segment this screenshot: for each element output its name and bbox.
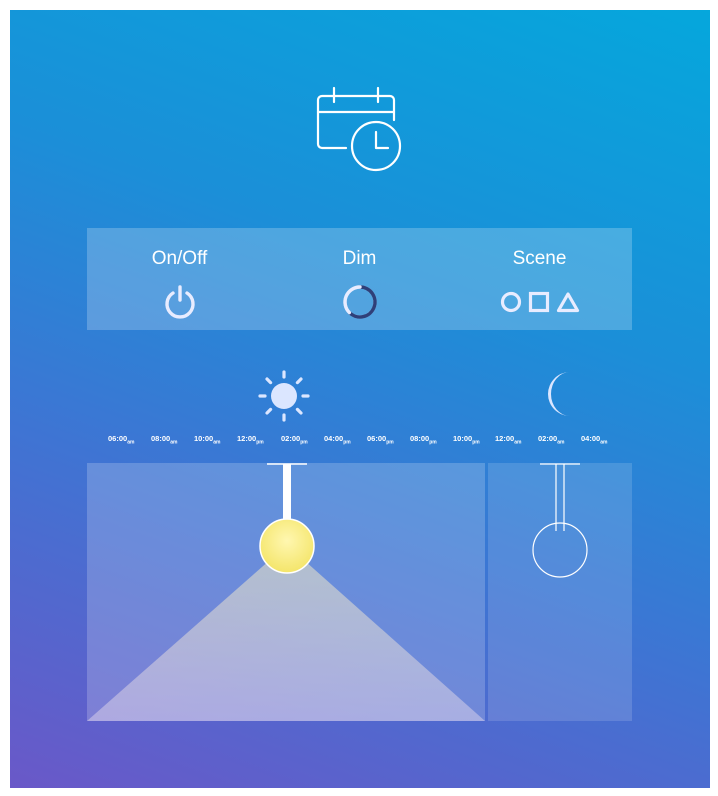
night-lamp-scene [532,463,588,578]
mode-dim[interactable]: Dim [269,228,450,330]
mode-label: Dim [342,248,377,269]
mode-label: Scene [512,248,567,269]
scene-shapes-icon [449,284,630,320]
mode-selector: On/Off Dim Scene [87,228,632,330]
dim-icon [342,285,377,319]
day-schedule-panel [87,463,485,721]
time-tick: 10:00pm [453,434,480,446]
night-schedule-panel [488,463,632,721]
time-tick: 06:00am [108,434,135,446]
mode-label: On/Off [151,248,208,269]
time-tick: 12:00pm [237,434,264,446]
moon-icon [548,372,570,416]
scheduler-screen: On/Off Dim Scene 06:00am 08:00am 10:00am… [10,10,710,788]
calendar-clock-icon[interactable] [312,82,408,178]
night-lamp-handle[interactable] [532,522,588,578]
square-shape-icon [528,291,549,313]
mode-scene[interactable]: Scene [449,228,630,330]
time-tick: 10:00am [194,434,221,446]
time-tick: 02:00am [538,434,565,446]
timeline-ticks: 06:00am 08:00am 10:00am 12:00pm 02:00pm … [10,434,710,448]
power-icon [164,285,195,319]
time-tick: 08:00pm [410,434,437,446]
mode-on-off[interactable]: On/Off [89,228,270,330]
sun-icon [258,370,310,422]
circle-shape-icon [500,291,521,313]
time-tick: 12:00am [495,434,522,446]
time-tick: 04:00am [581,434,608,446]
time-tick: 08:00am [151,434,178,446]
time-tick: 04:00pm [324,434,351,446]
triangle-shape-icon [556,292,579,313]
time-tick: 06:00pm [367,434,394,446]
day-lamp-scene [87,463,485,721]
time-tick: 02:00pm [281,434,308,446]
day-lamp-handle[interactable] [259,518,315,574]
